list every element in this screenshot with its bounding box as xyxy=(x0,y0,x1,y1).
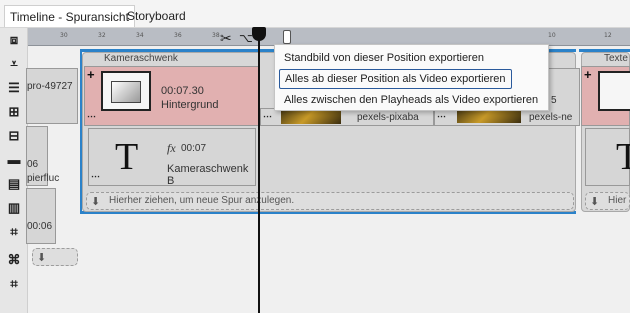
plus-icon[interactable]: + xyxy=(87,67,95,82)
menu-item-export-from-position[interactable]: Alles ab dieser Position als Video expor… xyxy=(279,69,512,89)
dropzone-right[interactable]: ⬇ Hier xyxy=(585,192,630,210)
dropzone-new-track[interactable]: ⬇ Hierher ziehen, um neue Spur anzulegen… xyxy=(86,192,574,210)
effects-icon[interactable]: ⋯ xyxy=(91,171,100,182)
expand-icon[interactable]: ⌗ xyxy=(3,222,25,242)
clip-time: 06 xyxy=(27,159,39,170)
tab-timeline[interactable]: Timeline - Spuransicht xyxy=(4,5,135,27)
effects-icon[interactable]: ⋯ xyxy=(263,111,272,122)
track-list-icon[interactable]: ☰ xyxy=(3,78,25,98)
arrow-down-icon: ⬇ xyxy=(37,252,47,264)
context-menu: Standbild von dieser Position exportiere… xyxy=(274,44,549,111)
snap-cursor-icon[interactable]: ⌥ xyxy=(239,31,253,45)
clip-label: pexels-pixaba xyxy=(357,112,419,123)
image-clip-icon xyxy=(101,71,151,111)
menu-item-export-between-playheads[interactable]: Alles zwischen den Playheads als Video e… xyxy=(284,92,538,108)
magnet-icon[interactable]: ⧈ xyxy=(3,30,25,50)
arrow-down-icon: ⬇ xyxy=(590,196,600,208)
clip-duration: 00:07 xyxy=(181,143,207,154)
ruler-tick: 34 xyxy=(136,32,144,39)
clip-duration: 00:07.30 xyxy=(161,85,204,97)
align-right-icon[interactable]: ▥ xyxy=(3,198,25,218)
timeline-window: Timeline - Spuransicht Storyboard ⧈ ⩡ ☰ … xyxy=(0,0,630,313)
marker-icon[interactable] xyxy=(283,30,291,44)
clip-text-right[interactable]: T xyxy=(585,128,630,186)
group-header-texte[interactable]: Texte xyxy=(584,52,630,66)
clip-number: 5 xyxy=(551,95,557,106)
align-left-icon[interactable]: ▤ xyxy=(3,174,25,194)
thumbnail xyxy=(281,110,341,124)
left-toolbar: ⧈ ⩡ ☰ ⊞ ⊟ ▬ ▤ ▥ ⌗ ⌘ ⌗ xyxy=(0,28,28,313)
effects-icon[interactable]: ⋯ xyxy=(437,111,446,122)
track-align-icon[interactable]: ▬ xyxy=(3,150,25,170)
ruler-tick: 32 xyxy=(98,32,106,39)
clip-right-red[interactable]: + xyxy=(581,66,630,126)
collapse-icon[interactable]: ⌗ xyxy=(3,274,25,294)
clip-time: 00:06 xyxy=(27,221,53,232)
clip-left-small[interactable]: 06 pierfluc xyxy=(26,126,59,186)
ruler-tick: 36 xyxy=(174,32,182,39)
clip-label: pexels-ne xyxy=(529,112,573,123)
dropzone-label: Hierher ziehen, um neue Spur anzulegen. xyxy=(109,195,295,206)
tab-bar: Timeline - Spuransicht Storyboard xyxy=(0,0,630,28)
playhead-line[interactable] xyxy=(258,30,260,313)
clip-name: Kameraschwenk B xyxy=(167,163,249,187)
clip-left-small-2[interactable]: 00:06 xyxy=(26,188,56,244)
dropzone-label: Hier xyxy=(608,195,627,206)
ruler-tick: 10 xyxy=(548,32,556,39)
clip-hintergrund[interactable]: + 00:07.30 Hintergrund ⋯ xyxy=(84,66,260,126)
scissors-icon[interactable]: ✂ xyxy=(220,30,232,47)
menu-item-export-still[interactable]: Standbild von dieser Position exportiere… xyxy=(284,50,484,66)
arrow-down-icon: ⬇ xyxy=(91,196,101,208)
text-clip-icon: T xyxy=(115,136,139,178)
tab-storyboard[interactable]: Storyboard xyxy=(122,5,191,27)
effects-icon[interactable]: ⋯ xyxy=(87,111,96,122)
dropzone-left[interactable]: ⬇ xyxy=(32,248,78,266)
clip-label: pierfluc xyxy=(27,173,60,184)
thumbnail xyxy=(457,109,521,123)
text-clip-icon: T xyxy=(616,136,630,178)
track-add-icon[interactable]: ⊞ xyxy=(3,102,25,122)
image-clip-icon xyxy=(598,71,630,111)
shrink-icon[interactable]: ⌘ xyxy=(3,250,25,270)
track-split-icon[interactable]: ⊟ xyxy=(3,126,25,146)
ruler-tick: 12 xyxy=(604,32,612,39)
fx-icon: fx xyxy=(167,141,176,155)
track-down-icon[interactable]: ⩡ xyxy=(3,54,25,74)
plus-icon[interactable]: + xyxy=(584,67,592,82)
clip-label: pro-49727 xyxy=(27,81,73,92)
ruler-tick: 38 xyxy=(212,32,220,39)
clip-name: Hintergrund xyxy=(161,99,219,111)
ruler-tick: 30 xyxy=(60,32,68,39)
clip-left-partial[interactable]: pro-49727 xyxy=(26,68,78,124)
group-header-kameraschwenk[interactable]: Kameraschwenk xyxy=(84,52,284,66)
clip-text-kameraschwenk[interactable]: T fx 00:07 Kameraschwenk B ⋯ xyxy=(88,128,256,187)
